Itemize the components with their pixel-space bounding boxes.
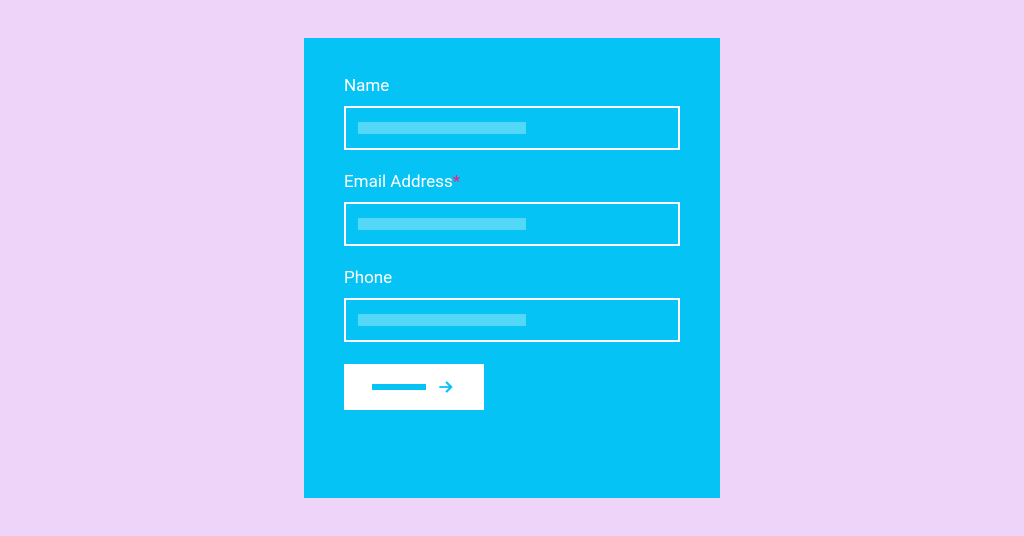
label-phone: Phone: [344, 268, 680, 288]
field-phone: Phone: [344, 268, 680, 342]
placeholder-skeleton: [358, 122, 526, 134]
arrow-right-icon: [436, 377, 456, 397]
field-name: Name: [344, 76, 680, 150]
label-phone-text: Phone: [344, 268, 392, 288]
form-card: Name Email Address* Phone: [304, 38, 720, 498]
label-email-text: Email Address: [344, 172, 453, 192]
required-marker: *: [453, 172, 460, 192]
placeholder-skeleton: [358, 218, 526, 230]
placeholder-skeleton: [358, 314, 526, 326]
submit-label-skeleton: [372, 384, 426, 390]
field-email: Email Address*: [344, 172, 680, 246]
input-email[interactable]: [344, 202, 680, 246]
label-email: Email Address*: [344, 172, 680, 192]
input-name[interactable]: [344, 106, 680, 150]
submit-button[interactable]: [344, 364, 484, 410]
label-name-text: Name: [344, 76, 389, 96]
input-phone[interactable]: [344, 298, 680, 342]
label-name: Name: [344, 76, 680, 96]
